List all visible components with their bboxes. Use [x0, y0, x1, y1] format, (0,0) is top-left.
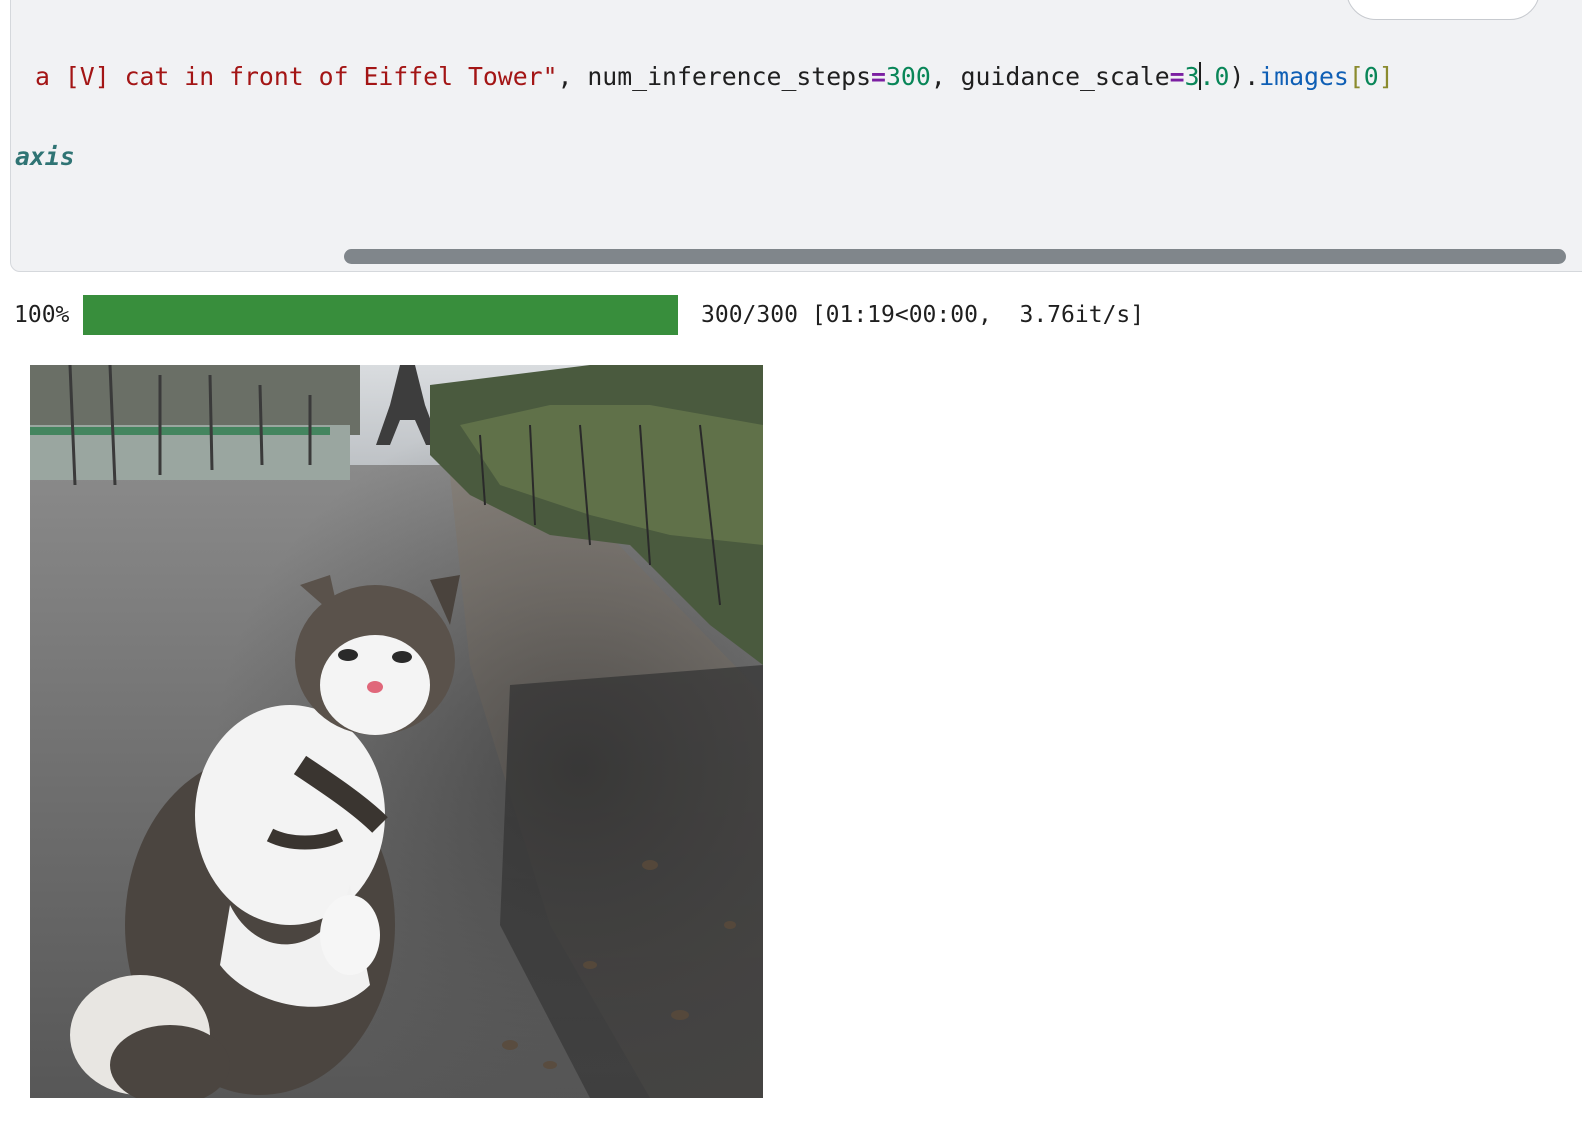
- attribute-name: images: [1259, 62, 1349, 91]
- index-value: 0: [1363, 62, 1379, 91]
- code-keyword: axis: [15, 142, 75, 171]
- arrow-down-icon[interactable]: [1431, 0, 1449, 5]
- arrow-up-icon[interactable]: [1371, 0, 1389, 5]
- code-line[interactable]: a [V] cat in front of Eiffel Tower", num…: [35, 60, 1394, 94]
- code-separator: ,: [930, 62, 961, 91]
- horizontal-scrollbar[interactable]: [344, 249, 1566, 264]
- operator: =: [871, 62, 886, 91]
- code-cell[interactable]: a [V] cat in front of Eiffel Tower", num…: [10, 0, 1582, 272]
- progress-bar: [83, 295, 678, 335]
- operator: =: [1169, 62, 1185, 91]
- param-value: 3: [1184, 62, 1200, 91]
- cell-toolbar: [1346, 0, 1540, 20]
- param-value: .0: [1199, 62, 1230, 91]
- code-separator: ,: [557, 62, 588, 91]
- progress-stats: 300/300 [01:19<00:00, 3.76it/s]: [701, 302, 1145, 328]
- code-punct: ).: [1229, 62, 1260, 91]
- param-value: 300: [885, 62, 931, 91]
- generated-image: [30, 365, 763, 1098]
- bracket: [: [1348, 62, 1364, 91]
- prompt-string: a [V] cat in front of Eiffel Tower": [35, 62, 558, 91]
- cat-photo: [30, 365, 763, 1098]
- code-line[interactable]: axis: [15, 140, 75, 174]
- progress-bar-fill: [83, 295, 678, 335]
- bracket: ]: [1378, 62, 1394, 91]
- progress-percent: 100%: [14, 302, 70, 328]
- delete-icon[interactable]: [1493, 0, 1511, 5]
- param-name: num_inference_steps: [587, 62, 872, 91]
- param-name: guidance_scale: [960, 62, 1170, 91]
